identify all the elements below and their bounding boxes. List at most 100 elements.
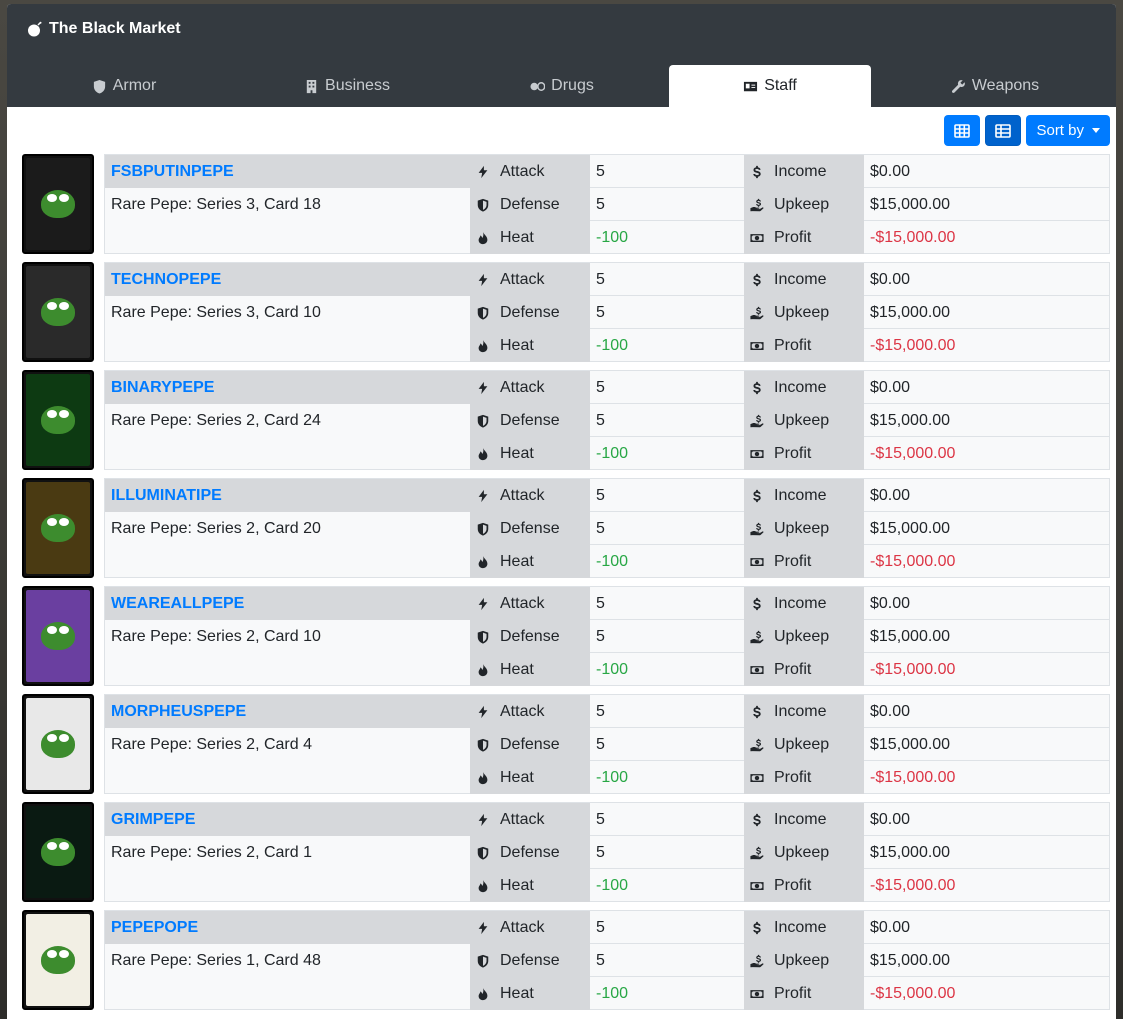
tab-armor[interactable]: Armor (23, 65, 225, 107)
list-view-button[interactable] (985, 115, 1022, 146)
bomb-icon (28, 21, 42, 37)
income-label-text: Income (774, 594, 827, 612)
grid-icon (954, 123, 971, 138)
heat-label-text: Heat (500, 552, 534, 570)
staff-name-link[interactable]: PEPEPOPE (111, 919, 198, 937)
upkeep-label: Upkeep (744, 944, 864, 977)
defense-label-text: Defense (500, 735, 560, 753)
staff-row: PEPEPOPE Rare Pepe: Series 1, Card 48 At… (22, 910, 1110, 1010)
pepe-icon (41, 622, 75, 650)
card-image (26, 914, 90, 1006)
staff-name-link[interactable]: GRIMPEPE (111, 811, 195, 829)
card-thumbnail[interactable] (22, 262, 94, 362)
card-thumbnail[interactable] (22, 802, 94, 902)
shield-icon (477, 846, 489, 860)
upkeep-label-text: Upkeep (774, 951, 830, 969)
tab-label: Weapons (971, 77, 1040, 94)
defense-label: Defense (470, 512, 590, 545)
staff-name-link[interactable]: FSBPUTINPEPE (111, 163, 234, 181)
income-value: $0.00 (870, 594, 911, 612)
staff-name-link[interactable]: ILLUMINATIPE (111, 487, 222, 505)
staff-info: WEAREALLPEPE Rare Pepe: Series 2, Card 1… (104, 586, 1110, 686)
defense-value: 5 (596, 735, 605, 753)
card-thumbnail[interactable] (22, 694, 94, 794)
income-label: Income (744, 371, 864, 404)
staff-name-link[interactable]: TECHNOPEPE (111, 271, 221, 289)
bolt-icon (478, 921, 488, 934)
card-subtitle: Rare Pepe: Series 2, Card 4 (111, 736, 312, 753)
upkeep-label-text: Upkeep (774, 735, 830, 753)
fire-icon (478, 339, 488, 352)
app-title: The Black Market (27, 20, 181, 38)
card-image (26, 482, 90, 574)
defense-label: Defense (470, 620, 590, 653)
upkeep-value: $15,000.00 (870, 627, 951, 645)
hand-holding-dollar-icon (750, 630, 764, 643)
income-label-text: Income (774, 378, 827, 396)
staff-name-link[interactable]: MORPHEUSPEPE (111, 703, 246, 721)
fire-icon (478, 231, 488, 244)
heat-value: -100 (596, 228, 629, 246)
income-label: Income (744, 911, 864, 944)
attack-label-text: Attack (500, 594, 545, 612)
fire-icon (478, 447, 488, 460)
upkeep-label-text: Upkeep (774, 411, 830, 429)
card-thumbnail[interactable] (22, 478, 94, 578)
income-label: Income (744, 479, 864, 512)
profit-value: -$15,000.00 (870, 876, 956, 894)
heat-label: Heat (470, 437, 590, 470)
income-value: $0.00 (870, 918, 911, 936)
attack-label-text: Attack (500, 378, 545, 396)
defense-label: Defense (470, 836, 590, 869)
card-thumbnail[interactable] (22, 154, 94, 254)
upkeep-label: Upkeep (744, 620, 864, 653)
staff-list: FSBPUTINPEPE Rare Pepe: Series 3, Card 1… (22, 154, 1110, 1018)
staff-row: MORPHEUSPEPE Rare Pepe: Series 2, Card 4… (22, 694, 1110, 794)
tab-business[interactable]: Business (246, 65, 448, 107)
grid-view-button[interactable] (944, 115, 981, 146)
defense-value: 5 (596, 519, 605, 537)
card-thumbnail[interactable] (22, 586, 94, 686)
attack-label-text: Attack (500, 270, 545, 288)
tab-drugs[interactable]: Drugs (461, 65, 663, 107)
upkeep-label: Upkeep (744, 188, 864, 221)
staff-row: FSBPUTINPEPE Rare Pepe: Series 3, Card 1… (22, 154, 1110, 254)
upkeep-value: $15,000.00 (870, 951, 951, 969)
pills-icon (530, 81, 546, 91)
pepe-icon (41, 730, 75, 758)
sort-by-label: Sort by (1036, 122, 1084, 139)
defense-value: 5 (596, 951, 605, 969)
staff-info: MORPHEUSPEPE Rare Pepe: Series 2, Card 4… (104, 694, 1110, 794)
heat-label: Heat (470, 977, 590, 1010)
fire-icon (478, 771, 488, 784)
income-label: Income (744, 587, 864, 620)
staff-info: ILLUMINATIPE Rare Pepe: Series 2, Card 2… (104, 478, 1110, 578)
pepe-icon (41, 298, 75, 326)
card-subtitle: Rare Pepe: Series 2, Card 10 (111, 628, 321, 645)
attack-value: 5 (596, 810, 605, 828)
attack-value: 5 (596, 486, 605, 504)
dollar-icon (753, 489, 761, 502)
card-image (26, 266, 90, 358)
name-cell: MORPHEUSPEPE (105, 695, 470, 728)
sort-by-dropdown[interactable]: Sort by (1026, 115, 1110, 146)
money-bill-icon (750, 449, 764, 458)
bolt-icon (478, 597, 488, 610)
income-label: Income (744, 803, 864, 836)
staff-row: BINARYPEPE Rare Pepe: Series 2, Card 24 … (22, 370, 1110, 470)
profit-label: Profit (744, 977, 864, 1010)
income-value: $0.00 (870, 270, 911, 288)
tab-weapons[interactable]: Weapons (894, 65, 1096, 107)
profit-label: Profit (744, 329, 864, 362)
staff-name-link[interactable]: BINARYPEPE (111, 379, 214, 397)
staff-name-link[interactable]: WEAREALLPEPE (111, 595, 244, 613)
tab-staff[interactable]: Staff (669, 65, 871, 107)
profit-label-text: Profit (774, 336, 812, 354)
attack-label-text: Attack (500, 810, 545, 828)
income-value: $0.00 (870, 162, 911, 180)
card-thumbnail[interactable] (22, 910, 94, 1010)
name-cell: GRIMPEPE (105, 803, 470, 836)
caret-down-icon (1092, 128, 1100, 133)
tab-label: Business (325, 77, 390, 94)
card-thumbnail[interactable] (22, 370, 94, 470)
